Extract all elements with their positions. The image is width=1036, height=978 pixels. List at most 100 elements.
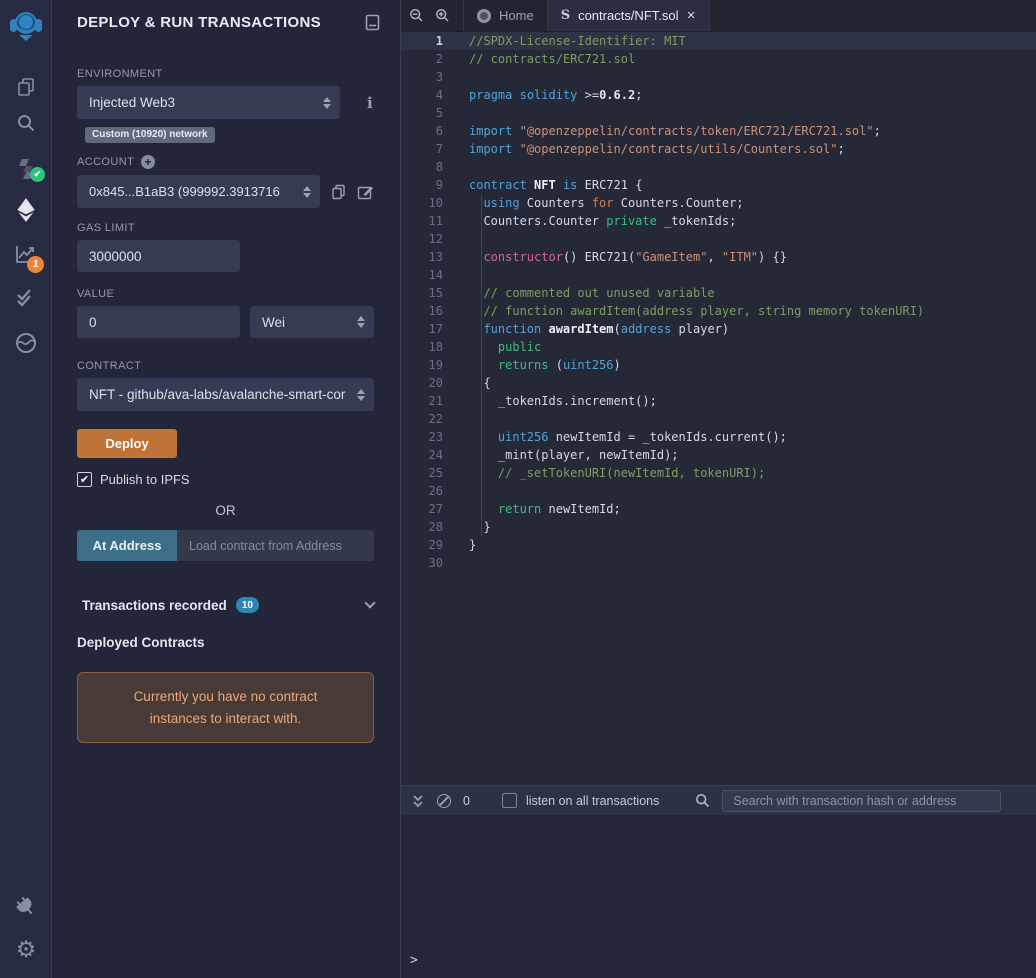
code-line[interactable]: 8 (401, 158, 1036, 176)
info-icon[interactable]: i (367, 94, 373, 112)
code-text: contract NFT is ERC721 { (457, 176, 642, 194)
remix-logo[interactable] (0, 6, 52, 46)
code-line[interactable]: 3 (401, 68, 1036, 86)
line-number: 20 (401, 374, 457, 392)
code-text: uint256 newItemId = _tokenIds.current(); (457, 428, 787, 446)
code-line[interactable]: 9contract NFT is ERC721 { (401, 176, 1036, 194)
code-line[interactable]: 25 // _setTokenURI(newItemId, tokenURI); (401, 464, 1036, 482)
unit-testing-icon[interactable] (0, 286, 52, 310)
code-text (457, 104, 469, 122)
search-icon[interactable] (0, 112, 52, 134)
account-select[interactable]: 0x845...B1aB3 (999992.3913716 (77, 175, 320, 208)
code-line[interactable]: 14 (401, 266, 1036, 284)
code-line[interactable]: 27 return newItemId; (401, 500, 1036, 518)
terminal-search-input[interactable] (722, 790, 1001, 812)
value-unit: Wei (262, 315, 285, 330)
tab-home-label: Home (499, 8, 534, 23)
zoom-out-icon[interactable] (403, 0, 429, 31)
add-account-icon[interactable]: + (141, 155, 155, 169)
code-text: pragma solidity >=0.6.2; (457, 86, 642, 104)
code-line[interactable]: 13 constructor() ERC721("GameItem", "ITM… (401, 248, 1036, 266)
code-line[interactable]: 20 { (401, 374, 1036, 392)
code-line[interactable]: 29} (401, 536, 1036, 554)
gas-limit-label: GAS LIMIT (77, 222, 374, 234)
line-number: 18 (401, 338, 457, 356)
code-text (457, 230, 469, 248)
line-number: 3 (401, 68, 457, 86)
terminal: 0 listen on all transactions > (401, 785, 1036, 978)
code-editor[interactable]: 1//SPDX-License-Identifier: MIT2// contr… (401, 32, 1036, 785)
main-area: Home S contracts/NFT.sol ✕ 1//SPDX-Licen… (400, 0, 1036, 978)
code-text (457, 482, 469, 500)
deploy-run-icon[interactable] (0, 197, 52, 223)
at-address-button[interactable]: At Address (77, 530, 177, 561)
code-text: } (457, 536, 476, 554)
code-line[interactable]: 1//SPDX-License-Identifier: MIT (401, 32, 1036, 50)
terminal-search-icon (695, 793, 710, 808)
settings-icon[interactable]: ⚙ (0, 936, 52, 963)
code-line[interactable]: 16 // function awardItem(address player,… (401, 302, 1036, 320)
solidity-compiler-icon[interactable] (0, 156, 52, 182)
at-address-input[interactable] (177, 530, 374, 561)
deploy-button[interactable]: Deploy (77, 429, 177, 458)
debugger-icon[interactable] (0, 331, 52, 355)
code-line[interactable]: 22 (401, 410, 1036, 428)
tab-home[interactable]: Home (463, 0, 547, 31)
close-icon[interactable]: ✕ (687, 9, 696, 22)
no-instances-alert: Currently you have no contract instances… (77, 672, 374, 743)
code-line[interactable]: 28 } (401, 518, 1036, 536)
code-line[interactable]: 10 using Counters for Counters.Counter; (401, 194, 1036, 212)
edit-account-icon[interactable] (357, 184, 374, 200)
plugin-manager-icon[interactable] (0, 894, 52, 920)
listen-transactions-checkbox[interactable] (502, 793, 517, 808)
environment-select[interactable]: Injected Web3 (77, 86, 340, 119)
collapse-terminal-icon[interactable] (409, 794, 427, 808)
code-text: // contracts/ERC721.sol (457, 50, 635, 68)
value-input[interactable] (77, 306, 240, 338)
line-number: 11 (401, 212, 457, 230)
publish-ipfs-label: Publish to IPFS (100, 472, 190, 487)
or-divider: OR (77, 503, 374, 518)
code-line[interactable]: 6import "@openzeppelin/contracts/token/E… (401, 122, 1036, 140)
code-line[interactable]: 17 function awardItem(address player) (401, 320, 1036, 338)
line-number: 13 (401, 248, 457, 266)
contract-select[interactable]: NFT - github/ava-labs/avalanche-smart-co… (77, 378, 374, 411)
publish-ipfs-checkbox[interactable] (77, 472, 92, 487)
code-line[interactable]: 21 _tokenIds.increment(); (401, 392, 1036, 410)
zoom-in-icon[interactable] (429, 0, 455, 31)
code-line[interactable]: 4pragma solidity >=0.6.2; (401, 86, 1036, 104)
tab-nft-sol[interactable]: S contracts/NFT.sol ✕ (547, 0, 710, 31)
contract-value: NFT - github/ava-labs/avalanche-smart-co… (89, 387, 345, 402)
code-line[interactable]: 19 returns (uint256) (401, 356, 1036, 374)
chevron-down-icon[interactable] (364, 597, 375, 608)
code-line[interactable]: 2// contracts/ERC721.sol (401, 50, 1036, 68)
code-text (457, 410, 469, 428)
code-line[interactable]: 15 // commented out unused variable (401, 284, 1036, 302)
line-number: 28 (401, 518, 457, 536)
code-line[interactable]: 24 _mint(player, newItemId); (401, 446, 1036, 464)
code-text: // _setTokenURI(newItemId, tokenURI); (457, 464, 765, 482)
panel-title: DEPLOY & RUN TRANSACTIONS (77, 14, 321, 31)
value-unit-select[interactable]: Wei (250, 306, 374, 338)
contract-label: CONTRACT (77, 360, 374, 372)
code-line[interactable]: 12 (401, 230, 1036, 248)
clear-terminal-icon[interactable] (431, 794, 457, 808)
code-line[interactable]: 23 uint256 newItemId = _tokenIds.current… (401, 428, 1036, 446)
code-line[interactable]: 30 (401, 554, 1036, 572)
gas-limit-input[interactable] (77, 240, 240, 272)
code-line[interactable]: 18 public (401, 338, 1036, 356)
code-line[interactable]: 26 (401, 482, 1036, 500)
line-number: 5 (401, 104, 457, 122)
code-text: using Counters for Counters.Counter; (457, 194, 744, 212)
tab-nft-sol-label: contracts/NFT.sol (578, 8, 678, 23)
code-line[interactable]: 11 Counters.Counter private _tokenIds; (401, 212, 1036, 230)
analytics-icon[interactable] (0, 242, 52, 266)
environment-value: Injected Web3 (89, 95, 175, 110)
copy-account-icon[interactable] (331, 184, 346, 200)
code-text: import "@openzeppelin/contracts/token/ER… (457, 122, 881, 140)
code-line[interactable]: 5 (401, 104, 1036, 122)
docs-icon[interactable] (365, 14, 380, 31)
code-line[interactable]: 7import "@openzeppelin/contracts/utils/C… (401, 140, 1036, 158)
file-explorer-icon[interactable] (0, 76, 52, 98)
line-number: 16 (401, 302, 457, 320)
